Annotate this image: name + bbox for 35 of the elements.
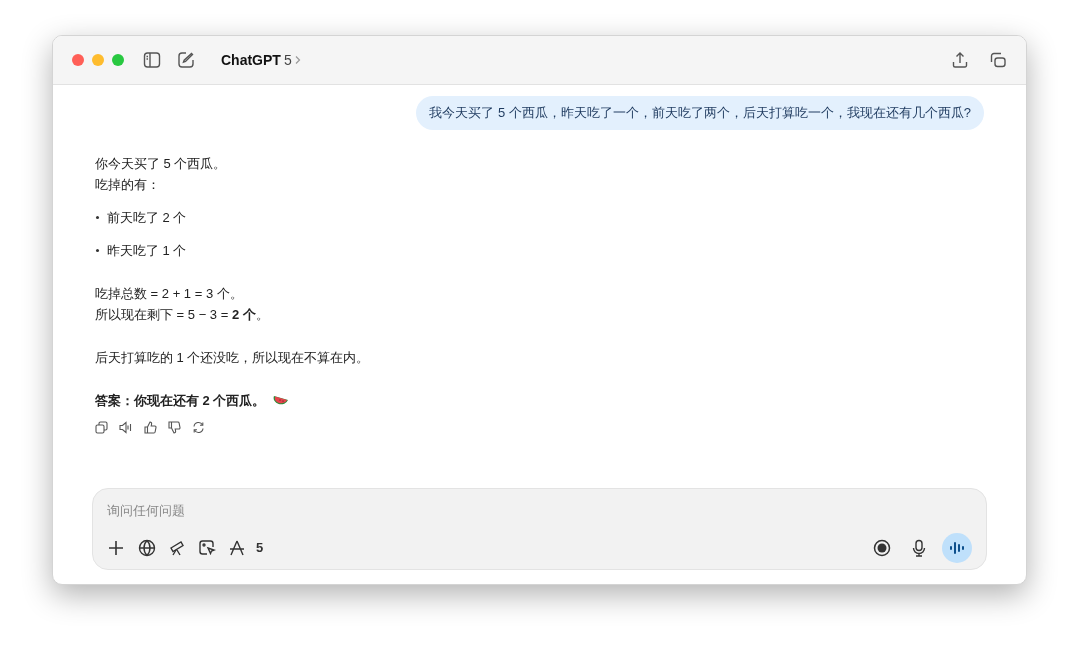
- response-text: 吃掉总数 = 2 + 1 = 3 个。: [95, 284, 244, 303]
- sidebar-icon[interactable]: [143, 51, 161, 69]
- waveform-icon: [949, 541, 965, 555]
- regenerate-icon[interactable]: [192, 420, 205, 434]
- user-message: 我今天买了 5 个西瓜，昨天吃了一个，前天吃了两个，后天打算吃一个，我现在还有几个西瓜?: [416, 96, 984, 130]
- bullet-icon: [96, 248, 99, 252]
- plus-icon[interactable]: [107, 539, 125, 557]
- window-icon[interactable]: [989, 51, 1007, 69]
- list-item: 前天吃了 2 个: [107, 208, 187, 227]
- response-text: 所以现在剩下 = 5 − 3 = 2 个。: [95, 305, 270, 324]
- tool-count: 5: [256, 539, 264, 558]
- tools-icon[interactable]: [228, 539, 246, 557]
- close-button[interactable]: [72, 54, 84, 66]
- copy-icon[interactable]: [95, 420, 108, 434]
- answer-text: 答案：你现在还有 2 个西瓜。: [95, 391, 266, 410]
- globe-icon[interactable]: [138, 539, 156, 557]
- edit-icon[interactable]: [177, 51, 195, 69]
- response-text: 后天打算吃的 1 个还没吃，所以现在不算在内。: [95, 348, 371, 367]
- prompt-field[interactable]: 询问任何问题: [107, 500, 972, 520]
- response-text: 吃掉的有：: [95, 175, 161, 194]
- watermelon-icon: [273, 394, 290, 406]
- model-selector[interactable]: ChatGPT 5: [221, 49, 301, 71]
- record-icon[interactable]: [873, 539, 891, 557]
- telescope-icon[interactable]: [168, 539, 186, 557]
- share-icon[interactable]: [951, 51, 969, 69]
- bullet-icon: [96, 215, 99, 219]
- list-item: 昨天吃了 1 个: [107, 241, 187, 260]
- thumbs-up-icon[interactable]: [144, 420, 157, 434]
- voice-mode-button[interactable]: [942, 533, 972, 563]
- speaker-icon[interactable]: [119, 420, 133, 434]
- chevron-icon: [293, 55, 301, 65]
- thumbs-down-icon[interactable]: [168, 420, 181, 434]
- image-select-icon[interactable]: [198, 539, 216, 557]
- response-text: 你今天买了 5 个西瓜。: [95, 154, 228, 173]
- microphone-icon[interactable]: [911, 539, 927, 557]
